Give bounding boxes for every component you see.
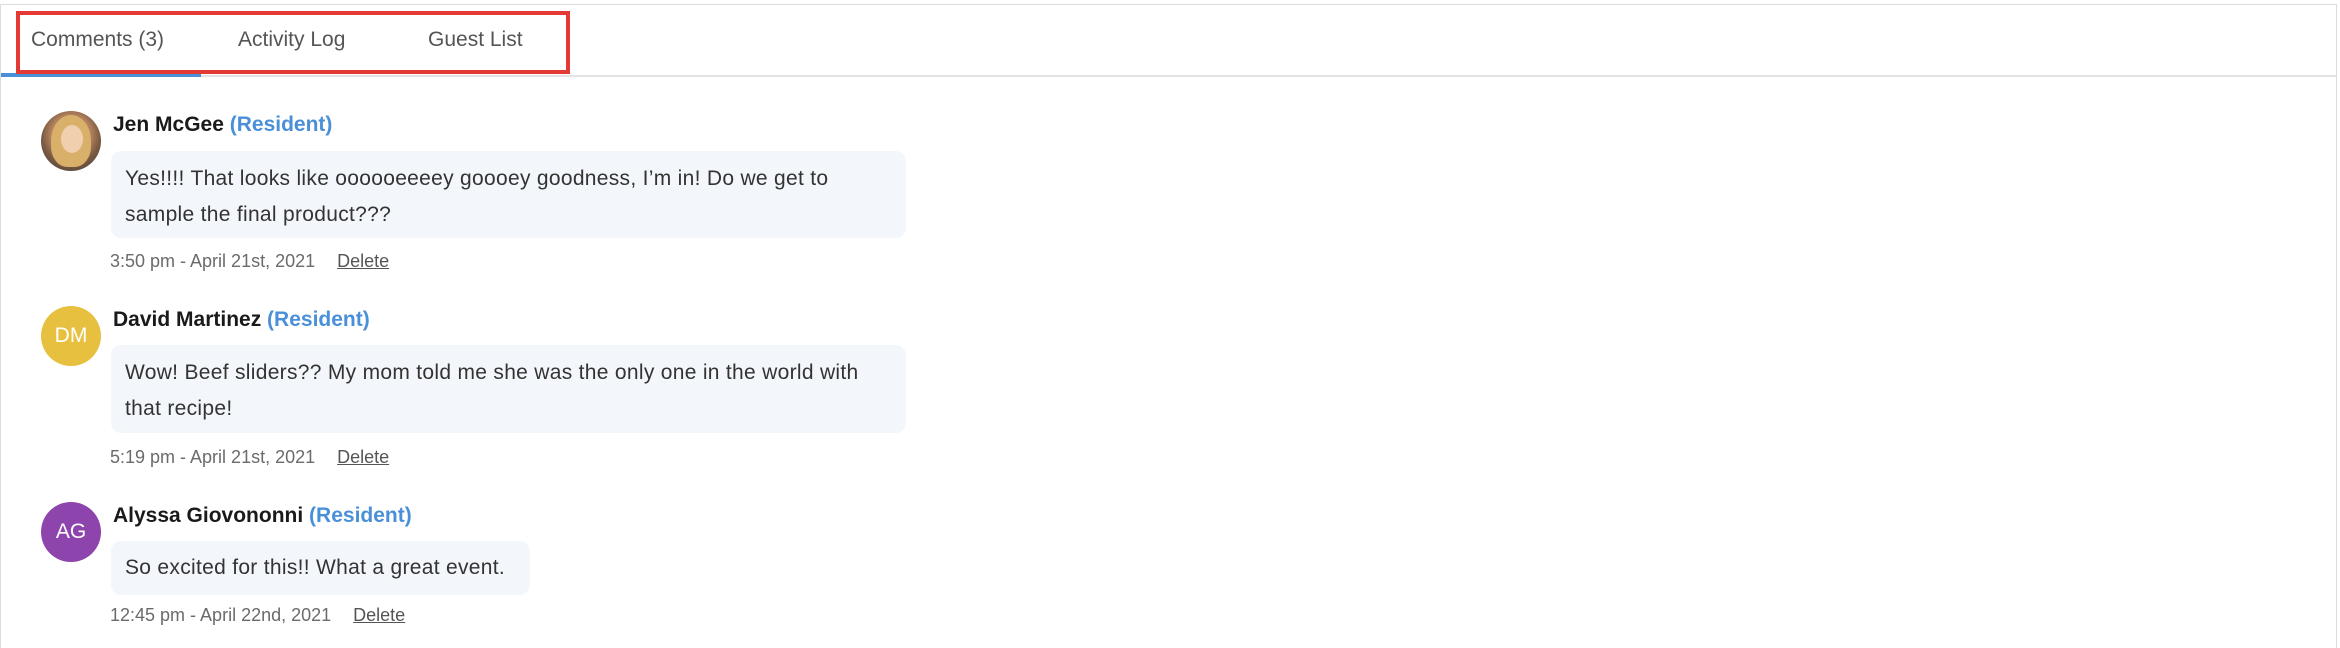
avatar: DM (41, 306, 101, 366)
active-tab-indicator (1, 73, 201, 77)
tab-comments[interactable]: Comments (3) (31, 5, 164, 77)
author-role: (Resident) (229, 113, 333, 136)
avatar: AG (41, 502, 101, 562)
avatar-face-shape (61, 125, 83, 153)
delete-link[interactable]: Delete (353, 605, 405, 625)
comment-meta: 3:50 pm - April 21st, 2021 Delete (110, 251, 389, 272)
author-name: David Martinez (113, 308, 262, 331)
comment-bubble: Yes!!!! That looks like oooooeeeey goooe… (111, 151, 906, 238)
author-role: (Resident) (267, 308, 370, 331)
tab-guest-list[interactable]: Guest List (428, 5, 523, 77)
author-name: Jen McGee (113, 113, 224, 136)
tab-activity-log[interactable]: Activity Log (238, 5, 345, 77)
comment-meta: 12:45 pm - April 22nd, 2021 Delete (110, 605, 405, 626)
comment-bubble: Wow! Beef sliders?? My mom told me she w… (111, 345, 906, 433)
comment-timestamp: 5:19 pm - April 21st, 2021 (110, 447, 316, 467)
comment-author: Jen McGee (Resident) (113, 113, 332, 137)
delete-link[interactable]: Delete (337, 447, 389, 467)
delete-link[interactable]: Delete (337, 251, 389, 271)
comment-author: David Martinez (Resident) (113, 308, 370, 332)
tab-bar: Comments (3) Activity Log Guest List (1, 5, 2336, 77)
comments-panel: Comments (3) Activity Log Guest List Jen… (0, 4, 2337, 648)
comment-bubble: So excited for this!! What a great event… (111, 541, 530, 595)
comment-timestamp: 3:50 pm - April 21st, 2021 (110, 251, 316, 271)
author-name: Alyssa Giovononni (113, 504, 304, 527)
avatar (41, 111, 101, 171)
comment-author: Alyssa Giovononni (Resident) (113, 504, 412, 528)
comment-meta: 5:19 pm - April 21st, 2021 Delete (110, 447, 389, 468)
comment-timestamp: 12:45 pm - April 22nd, 2021 (110, 605, 332, 625)
author-role: (Resident) (309, 504, 412, 527)
